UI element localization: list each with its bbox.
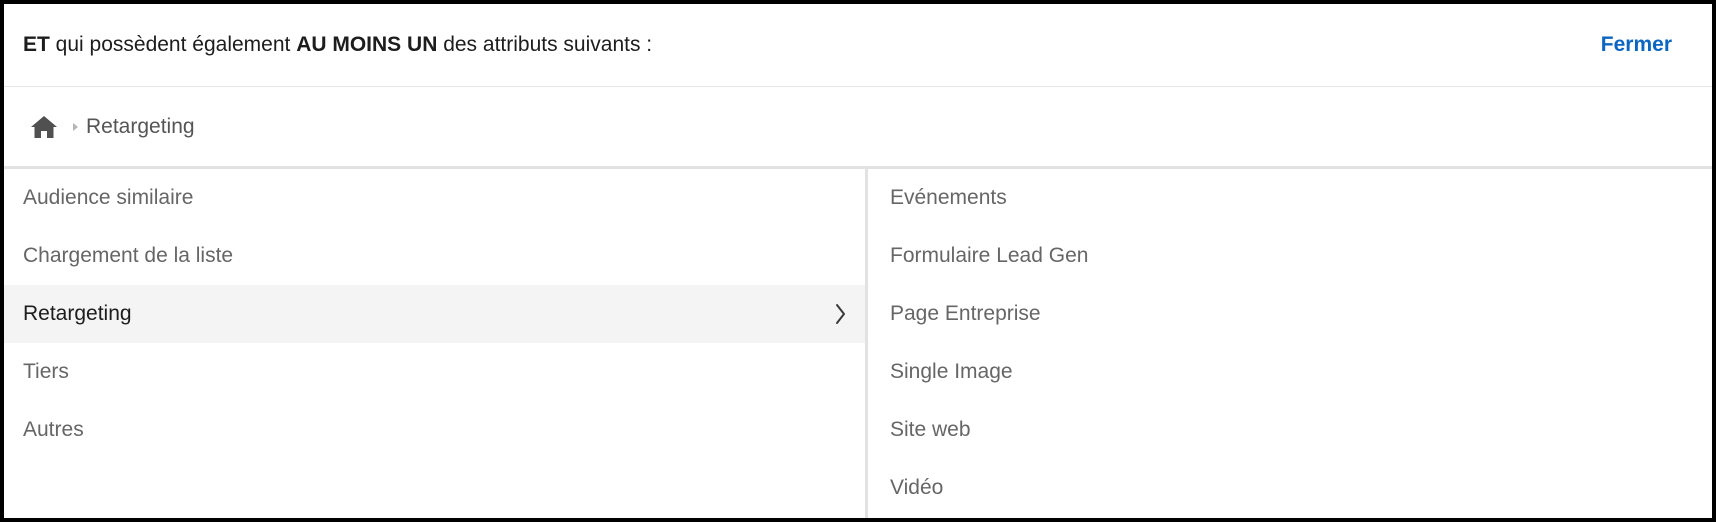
breadcrumb-current: Retargeting (86, 114, 195, 138)
subcategory-item-page-entreprise[interactable]: Page Entreprise (868, 285, 1712, 343)
category-item-chargement-liste[interactable]: Chargement de la liste (4, 227, 865, 285)
category-item-retargeting[interactable]: Retargeting (4, 285, 865, 343)
category-label: Tiers (23, 360, 69, 383)
subcategory-label: Site web (890, 418, 971, 441)
breadcrumb-separator-icon (73, 122, 78, 131)
category-label: Chargement de la liste (23, 244, 234, 267)
subcategory-item-evenements[interactable]: Evénements (868, 169, 1712, 227)
category-item-autres[interactable]: Autres (4, 401, 865, 459)
subcategory-item-site-web[interactable]: Site web (868, 401, 1712, 459)
subcategory-label: Page Entreprise (890, 302, 1041, 325)
category-item-tiers[interactable]: Tiers (4, 343, 865, 401)
subcategory-label: Evénements (890, 186, 1007, 209)
category-label: Autres (23, 418, 84, 441)
category-item-audience-similaire[interactable]: Audience similaire (4, 169, 865, 227)
breadcrumb: Retargeting (4, 87, 1712, 169)
category-label: Retargeting (23, 302, 132, 325)
header-instruction: ET qui possèdent également AU MOINS UN d… (23, 33, 652, 57)
subcategory-list: Evénements Formulaire Lead Gen Page Entr… (868, 169, 1712, 518)
header-suffix: des attributs suivants : (437, 33, 653, 56)
header-prefix: ET (23, 33, 50, 56)
category-list: Audience similaire Chargement de la list… (4, 169, 868, 518)
subcategory-item-video[interactable]: Vidéo (868, 459, 1712, 517)
category-panels: Audience similaire Chargement de la list… (4, 169, 1712, 518)
close-button[interactable]: Fermer (1601, 33, 1672, 57)
chevron-right-icon (833, 302, 847, 326)
header-emphasis: AU MOINS UN (296, 33, 438, 56)
panel-header: ET qui possèdent également AU MOINS UN d… (4, 4, 1712, 87)
home-icon[interactable] (30, 115, 58, 139)
subcategory-item-formulaire-lead-gen[interactable]: Formulaire Lead Gen (868, 227, 1712, 285)
subcategory-item-single-image[interactable]: Single Image (868, 343, 1712, 401)
subcategory-label: Formulaire Lead Gen (890, 244, 1089, 267)
header-middle: qui possèdent également (49, 33, 297, 56)
category-label: Audience similaire (23, 186, 194, 209)
subcategory-label: Vidéo (890, 476, 944, 499)
attribute-picker-panel: ET qui possèdent également AU MOINS UN d… (4, 4, 1712, 518)
subcategory-label: Single Image (890, 360, 1013, 383)
